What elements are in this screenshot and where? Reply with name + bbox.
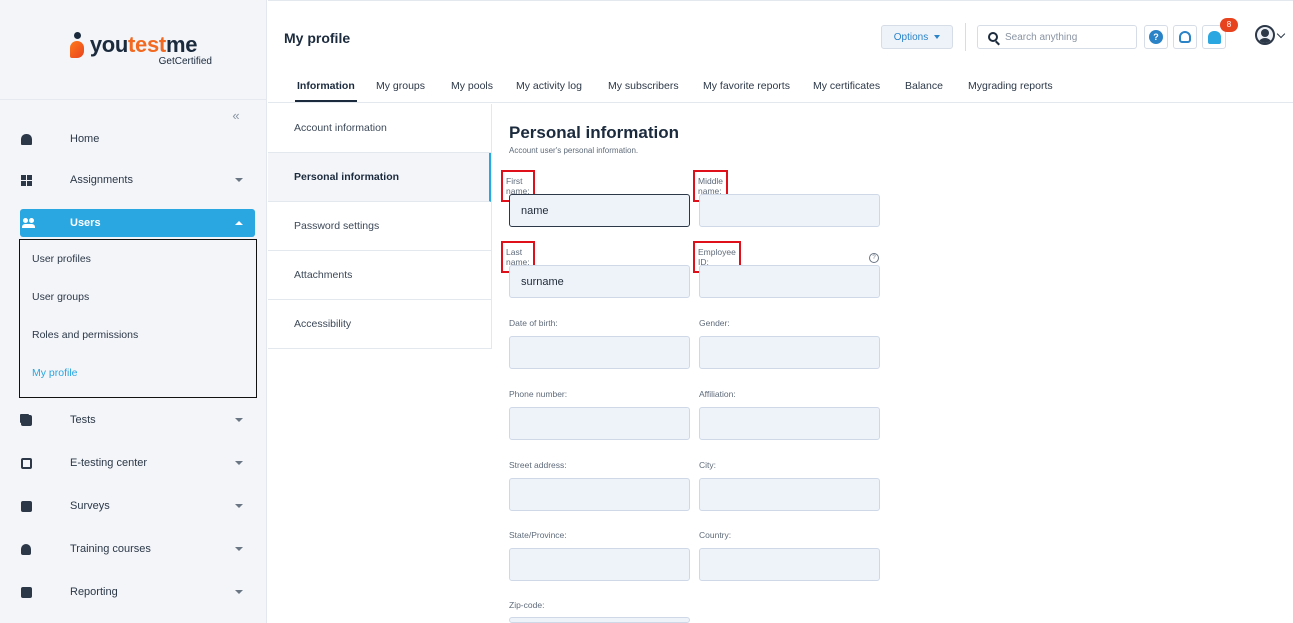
- sidebar-item-training-courses[interactable]: Training courses: [20, 534, 255, 564]
- form-title: Personal information: [509, 123, 680, 142]
- sidebar-item-tests[interactable]: Tests: [20, 405, 255, 435]
- users-icon: [22, 217, 35, 229]
- users-submenu: User profiles User groups Roles and perm…: [19, 239, 257, 398]
- sidebar-item-home[interactable]: Home: [20, 124, 255, 154]
- chevron-down-icon: [235, 504, 243, 508]
- state-province-label: State/Province:: [509, 530, 567, 540]
- top-header: My profile Options ? 8: [268, 0, 1293, 64]
- caret-down-icon: [934, 35, 941, 39]
- surveys-icon: [20, 500, 32, 512]
- phone-number-label: Phone number:: [509, 389, 568, 399]
- gender-label: Gender:: [699, 318, 730, 328]
- section-accessibility[interactable]: Accessibility: [268, 300, 491, 349]
- submenu-item-user-groups[interactable]: User groups: [20, 278, 256, 316]
- chevron-down-icon: [235, 418, 243, 422]
- submenu-item-roles-and-permissions[interactable]: Roles and permissions: [20, 316, 256, 354]
- section-account-information[interactable]: Account information: [268, 104, 491, 153]
- logo-mark-icon: [69, 32, 84, 58]
- help-icon: ?: [1149, 30, 1163, 44]
- section-attachments[interactable]: Attachments: [268, 251, 491, 300]
- logo-text: youtestme: [89, 32, 198, 57]
- tests-icon: [20, 414, 32, 426]
- page-title: My profile: [284, 30, 351, 46]
- search-input[interactable]: [1005, 31, 1125, 43]
- tab-my-pools[interactable]: My pools: [451, 80, 493, 92]
- zip-code-field[interactable]: [509, 617, 690, 623]
- country-field[interactable]: [699, 548, 880, 581]
- chevron-down-icon: [235, 178, 243, 182]
- form-subtitle: Account user's personal information.: [509, 146, 639, 155]
- support-button[interactable]: [1173, 25, 1197, 49]
- trophy-icon: [20, 543, 32, 555]
- sidebar-item-assignments[interactable]: Assignments: [20, 165, 255, 195]
- home-icon: [20, 133, 32, 145]
- employee-id-field[interactable]: [699, 265, 880, 298]
- avatar[interactable]: [1255, 25, 1275, 45]
- headset-icon: [1179, 31, 1191, 43]
- app-window: youtestme GetCertified « Home Assignment…: [0, 0, 1293, 623]
- tab-my-certificates[interactable]: My certificates: [813, 80, 880, 92]
- logo[interactable]: youtestme GetCertified: [0, 0, 267, 100]
- profile-tabs: Information My groups My pools My activi…: [268, 64, 1293, 103]
- tab-my-groups[interactable]: My groups: [376, 80, 425, 92]
- logo-tagline: GetCertified: [158, 56, 212, 67]
- chevron-down-icon: [235, 547, 243, 551]
- sidebar-item-reporting[interactable]: Reporting: [20, 577, 255, 607]
- zip-code-label: Zip-code:: [509, 600, 545, 610]
- street-address-field[interactable]: [509, 478, 690, 511]
- country-label: Country:: [699, 530, 732, 540]
- collapse-sidebar-button[interactable]: «: [228, 108, 244, 124]
- submenu-item-user-profiles[interactable]: User profiles: [20, 240, 256, 278]
- first-name-field[interactable]: [509, 194, 690, 227]
- chevron-down-icon: [235, 590, 243, 594]
- city-field[interactable]: [699, 478, 880, 511]
- section-password-settings[interactable]: Password settings: [268, 202, 491, 251]
- street-address-label: Street address:: [509, 460, 567, 470]
- tab-my-subscribers[interactable]: My subscribers: [608, 80, 679, 92]
- date-of-birth-label: Date of birth:: [509, 318, 558, 328]
- middle-name-field[interactable]: [699, 194, 880, 227]
- chevron-down-icon[interactable]: [1276, 29, 1286, 39]
- search-box[interactable]: [977, 25, 1137, 49]
- chevron-up-icon: [235, 221, 243, 225]
- notification-badge: 8: [1220, 18, 1238, 32]
- search-icon: [988, 32, 998, 42]
- state-province-field[interactable]: [509, 548, 690, 581]
- tab-my-activity-log[interactable]: My activity log: [516, 80, 582, 92]
- phone-number-field[interactable]: [509, 407, 690, 440]
- tab-my-favorite-reports[interactable]: My favorite reports: [703, 80, 790, 92]
- last-name-field[interactable]: [509, 265, 690, 298]
- section-personal-information[interactable]: Personal information: [268, 153, 491, 202]
- affiliation-label: Affiliation:: [699, 389, 736, 399]
- assignments-icon: [20, 174, 32, 186]
- sidebar: youtestme GetCertified « Home Assignment…: [0, 0, 267, 623]
- tab-mygrading-reports[interactable]: Mygrading reports: [968, 80, 1053, 92]
- sidebar-item-users[interactable]: Users: [20, 209, 255, 237]
- e-testing-icon: [20, 457, 32, 469]
- chevron-down-icon: [235, 461, 243, 465]
- header-divider: [965, 23, 966, 51]
- options-button[interactable]: Options: [881, 25, 953, 49]
- sidebar-item-surveys[interactable]: Surveys: [20, 491, 255, 521]
- sidebar-item-e-testing-center[interactable]: E-testing center: [20, 448, 255, 478]
- reporting-icon: [20, 586, 32, 598]
- info-icon[interactable]: ?: [869, 253, 879, 263]
- affiliation-field[interactable]: [699, 407, 880, 440]
- gender-field[interactable]: [699, 336, 880, 369]
- bell-icon: [1207, 30, 1221, 44]
- city-label: City:: [699, 460, 716, 470]
- tab-balance[interactable]: Balance: [905, 80, 943, 92]
- date-of-birth-field[interactable]: [509, 336, 690, 369]
- submenu-item-my-profile[interactable]: My profile: [20, 354, 256, 392]
- section-menu: Account information Personal information…: [268, 104, 492, 349]
- help-button[interactable]: ?: [1144, 25, 1168, 49]
- tab-information[interactable]: Information: [295, 80, 357, 102]
